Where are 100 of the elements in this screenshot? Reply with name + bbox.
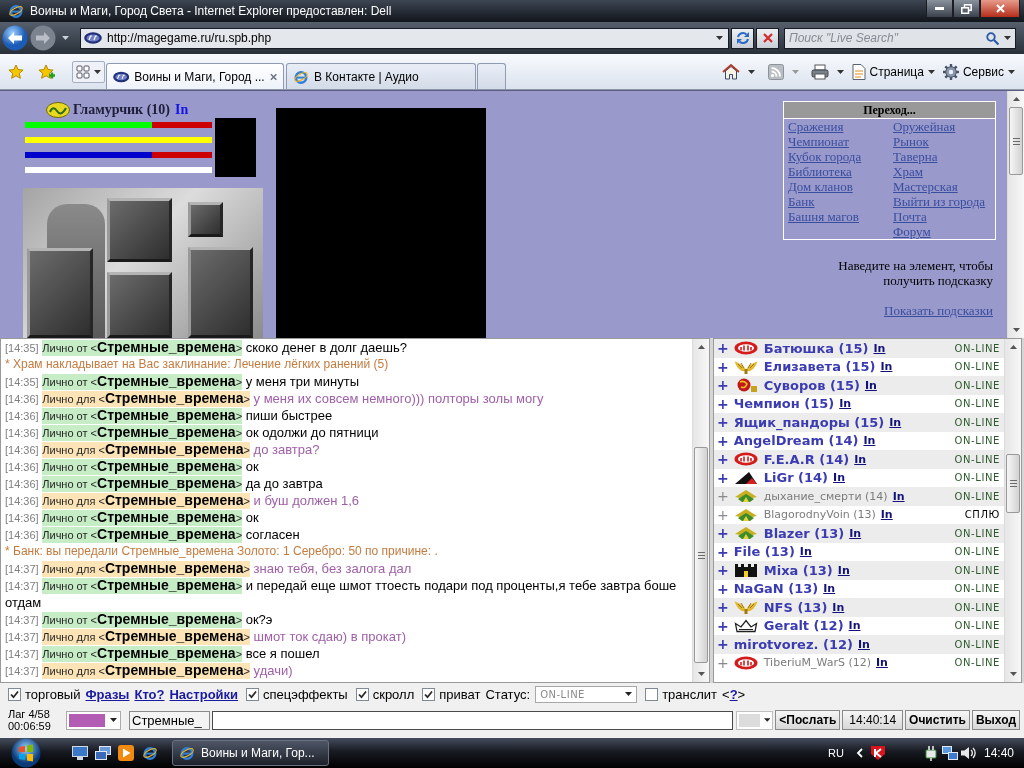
info-link[interactable]: In: [880, 360, 893, 374]
menu-link[interactable]: Настройки: [169, 686, 239, 702]
browser-tab[interactable]: Воины и Маги, Город ...: [106, 63, 284, 89]
user-name[interactable]: Mixa (13): [763, 562, 833, 578]
expand-toggle[interactable]: +: [717, 617, 729, 634]
scroll-up-button[interactable]: [1012, 97, 1020, 101]
user-name[interactable]: NFS (13): [763, 599, 828, 615]
close-button[interactable]: [980, 0, 1020, 18]
clear-button[interactable]: Очистить: [905, 710, 970, 730]
info-link[interactable]: In: [864, 378, 877, 392]
shield-icon[interactable]: [869, 745, 886, 761]
address-field[interactable]: http://magegame.ru/ru.spb.php: [80, 27, 729, 49]
info-link[interactable]: In: [854, 452, 867, 466]
expand-toggle[interactable]: +: [717, 358, 729, 375]
plug-icon[interactable]: [923, 745, 938, 761]
exit-button[interactable]: Выход: [971, 710, 1020, 730]
info-link[interactable]: In: [839, 397, 852, 411]
caret-icon[interactable]: [747, 69, 755, 74]
help-link[interactable]: ?: [729, 686, 738, 702]
info-link[interactable]: In: [837, 563, 850, 577]
minimize-button[interactable]: [926, 0, 953, 18]
browser-tab[interactable]: В Контакте | Аудио: [286, 63, 476, 89]
browser-logo-icon[interactable]: [142, 745, 158, 761]
checkbox[interactable]: [422, 687, 436, 701]
user-name[interactable]: File (13): [733, 544, 795, 560]
info-link[interactable]: In: [875, 656, 888, 670]
caret-icon[interactable]: [716, 36, 723, 40]
message-input[interactable]: [212, 710, 734, 730]
info-link[interactable]: In: [889, 415, 902, 429]
speaker-icon[interactable]: [959, 745, 976, 761]
info-link[interactable]: In: [833, 471, 845, 485]
user-name[interactable]: TiberiuM_WarS (12): [763, 656, 871, 670]
expand-toggle[interactable]: +: [717, 562, 729, 579]
user-name[interactable]: BlagorodnyVoin (13): [763, 508, 876, 522]
scroll-down-button[interactable]: [1012, 328, 1020, 332]
play-icon[interactable]: [118, 745, 134, 761]
checkbox[interactable]: [8, 687, 21, 701]
user-name[interactable]: Ящик_пандоры (15): [733, 414, 885, 430]
expand-toggle[interactable]: +: [717, 395, 729, 412]
expand-toggle[interactable]: +: [717, 636, 729, 653]
checkbox[interactable]: [355, 687, 369, 701]
status-select[interactable]: ON-LINE: [535, 685, 638, 703]
info-link[interactable]: In: [873, 341, 886, 355]
favorites-star-icon[interactable]: [8, 63, 24, 80]
user-name[interactable]: Батюшка (15): [763, 340, 869, 356]
language-indicator[interactable]: RU: [828, 747, 844, 759]
desktop-icon[interactable]: [72, 746, 88, 760]
expand-toggle[interactable]: +: [717, 580, 729, 597]
expand-toggle[interactable]: +: [717, 599, 729, 616]
info-link[interactable]: In: [863, 434, 876, 448]
expand-toggle[interactable]: +: [717, 340, 729, 357]
info-link[interactable]: In: [799, 545, 812, 559]
user-name[interactable]: Blazer (13): [763, 525, 845, 541]
start-button[interactable]: [11, 738, 41, 768]
user-name[interactable]: mirotvorez. (12): [733, 636, 853, 652]
network-icon[interactable]: [941, 745, 958, 761]
refresh-button[interactable]: [731, 27, 754, 49]
close-tab-icon[interactable]: [269, 72, 277, 81]
stop-button[interactable]: [756, 27, 779, 49]
info-link[interactable]: In: [823, 582, 836, 596]
windows-stack-icon[interactable]: [95, 746, 111, 760]
feeds-icon[interactable]: [767, 63, 784, 80]
search-icon[interactable]: [986, 31, 999, 45]
info-link[interactable]: In: [849, 526, 862, 540]
scroll-thumb[interactable]: [1009, 107, 1023, 175]
scrollbar[interactable]: [1004, 339, 1021, 682]
info-link[interactable]: In: [880, 508, 893, 522]
expand-toggle[interactable]: +: [717, 543, 729, 560]
color-select[interactable]: [66, 710, 121, 730]
user-name[interactable]: Geralt (12): [763, 618, 844, 634]
info-link[interactable]: In: [857, 637, 870, 651]
tools-menu[interactable]: Сервис: [942, 63, 1015, 80]
user-name[interactable]: Суворов (15): [763, 377, 860, 393]
caret-icon[interactable]: [836, 69, 844, 74]
user-name[interactable]: дыхание_смерти (14): [763, 489, 888, 503]
forward-button[interactable]: [30, 25, 56, 51]
clock-button[interactable]: 14:40:14: [842, 710, 904, 730]
scrollbar[interactable]: [1007, 91, 1024, 338]
send-button[interactable]: <Послать: [775, 710, 841, 730]
scroll-thumb[interactable]: [694, 447, 708, 663]
prefix-field[interactable]: Стремные_: [129, 710, 210, 730]
taskbar-button[interactable]: Воины и Маги, Гор...: [172, 740, 329, 766]
user-name[interactable]: Чемпион (15): [733, 396, 835, 412]
scroll-up-button[interactable]: [697, 345, 705, 349]
scroll-up-button[interactable]: [1009, 345, 1017, 349]
restore-button[interactable]: [953, 0, 980, 18]
scroll-down-button[interactable]: [1009, 672, 1017, 676]
user-name[interactable]: LiGr (14): [763, 470, 829, 486]
menu-link[interactable]: Фразы: [85, 686, 130, 702]
expand-toggle[interactable]: +: [717, 432, 729, 449]
menu-link[interactable]: Кто?: [134, 686, 165, 702]
expand-toggle[interactable]: +: [717, 377, 729, 394]
expand-toggle[interactable]: +: [717, 451, 729, 468]
scroll-thumb[interactable]: [1006, 454, 1020, 513]
info-link[interactable]: In: [848, 619, 861, 633]
info-link[interactable]: In: [892, 489, 905, 503]
user-name[interactable]: NaGaN (13): [733, 581, 819, 597]
quick-tabs-button[interactable]: [72, 60, 105, 83]
user-name[interactable]: F.E.A.R (14): [763, 451, 850, 467]
user-name[interactable]: AngelDream (14): [733, 433, 859, 449]
